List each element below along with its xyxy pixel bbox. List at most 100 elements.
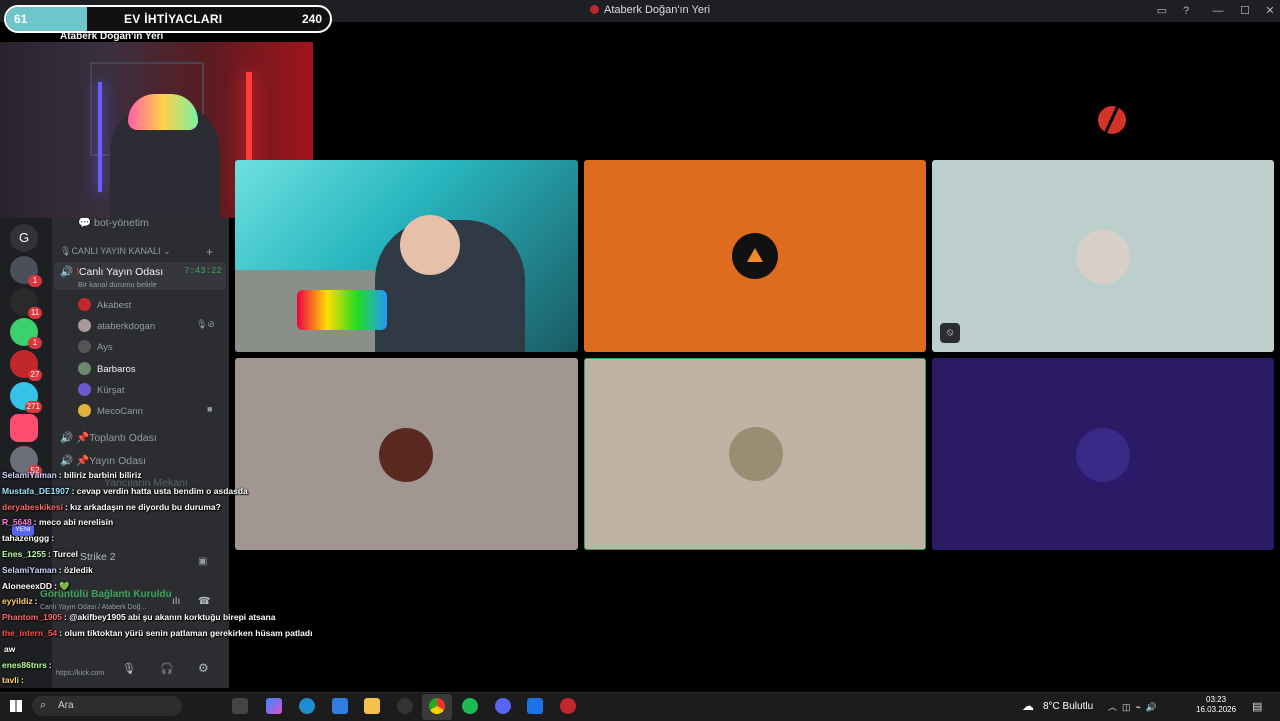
member-mecocann[interactable]: MecoCann — [78, 404, 143, 417]
chrome-icon[interactable] — [429, 698, 445, 714]
chat-text: : — [48, 659, 52, 670]
chat-message: enes86tnrs: — [2, 660, 52, 670]
chat-text: : Turcel — [47, 549, 79, 559]
chat-text: aw — [4, 643, 16, 654]
weather-icon: ☁ — [1022, 699, 1034, 713]
avatar — [78, 383, 91, 396]
avatar — [78, 340, 91, 353]
mail-icon[interactable] — [332, 698, 348, 714]
settings-gear-icon[interactable]: ⚙ — [198, 661, 209, 675]
kick-link[interactable]: https://kick.com — [56, 670, 104, 677]
headphones-icon[interactable]: 🎧 — [160, 662, 174, 675]
discord-icon[interactable] — [495, 698, 511, 714]
chat-text: : biliriz barbini biliriz — [58, 470, 142, 480]
chat-message: tahazenggg: — [2, 533, 54, 543]
app-logo-taskbar-icon[interactable] — [560, 698, 576, 714]
member-barbaros[interactable]: Barbaros — [78, 362, 136, 375]
member-ays[interactable]: Ays — [78, 340, 113, 353]
channel-strike[interactable]: Strike 2 — [80, 551, 116, 563]
disconnect-icon[interactable]: ☎ — [198, 596, 210, 607]
participant-avatar — [1076, 230, 1130, 284]
clock[interactable]: 03:23 16.03.2026 — [1196, 695, 1236, 715]
video-tile-6[interactable] — [932, 358, 1274, 550]
edge-icon[interactable] — [299, 698, 315, 714]
server-icon-4[interactable]: 27 — [10, 350, 42, 381]
chat-username: eyyildiz — [2, 596, 33, 607]
chat-username: enes86tnrs — [2, 659, 47, 670]
chat-username: AloneeexDD — [2, 580, 53, 591]
mic-icon[interactable]: 🎙 — [122, 662, 136, 675]
chat-text: : — [51, 533, 55, 544]
chat-message: Enes_1255: Turcel — [2, 549, 78, 559]
windows-start-icon[interactable] — [10, 700, 22, 712]
server-icon-2[interactable]: 11 — [10, 288, 42, 319]
stream-off-icon[interactable]: ⦸ — [940, 323, 960, 343]
video-tile-2[interactable] — [584, 160, 926, 352]
live-timer: 7:43:22 — [184, 266, 222, 276]
chat-username: R_5648 — [2, 517, 32, 528]
system-tray-icons[interactable]: ︿◫⌁🔊 — [1108, 700, 1162, 713]
video-tile-3[interactable]: ⦸ — [932, 160, 1274, 352]
chat-username: tavli — [2, 675, 20, 686]
chat-message: aw — [2, 644, 15, 654]
goal-current: 61 — [14, 12, 28, 26]
file-explorer-icon[interactable] — [364, 698, 380, 714]
add-channel-icon[interactable]: + — [206, 245, 213, 259]
inbox-icon[interactable]: ▭ — [1154, 3, 1170, 19]
spotify-icon[interactable] — [462, 698, 478, 714]
notifications-icon[interactable]: ▤ — [1252, 700, 1262, 713]
chat-message: SelamiYaman: biliriz barbini biliriz — [2, 470, 141, 480]
server-icon-5[interactable]: 271 — [10, 382, 42, 413]
chat-message: the_intern_54: olum tiktoktan yürü senin… — [2, 628, 312, 638]
notes-icon[interactable] — [527, 698, 543, 714]
minimize-button[interactable]: — — [1210, 3, 1226, 19]
video-tile-5[interactable] — [584, 358, 926, 550]
video-tile-4[interactable] — [235, 358, 578, 550]
copilot-icon[interactable] — [266, 698, 282, 714]
task-view-icon[interactable] — [232, 698, 248, 714]
channel-status-hint[interactable]: Bir kanal durumu belirle — [78, 280, 157, 289]
server-icon-6[interactable] — [10, 414, 38, 442]
chat-username: SelamiYaman — [2, 470, 57, 480]
server-icon-g[interactable]: G — [10, 224, 38, 252]
member-kursat[interactable]: Kürşat — [78, 383, 124, 396]
chat-message: eyyildiz: — [2, 596, 38, 606]
chat-text: : meco abi nerelisin — [33, 517, 114, 528]
webcam-light-blue — [98, 82, 102, 192]
taskbar-search[interactable]: ⌕ Ara — [32, 696, 182, 716]
chat-text: : özledik — [58, 564, 93, 575]
help-icon[interactable]: ? — [1178, 3, 1194, 19]
maximize-button[interactable]: ☐ — [1237, 3, 1253, 19]
noise-suppression-icon[interactable]: ıIı — [172, 596, 180, 607]
weather-text[interactable]: 8°C Bulutlu — [1043, 701, 1093, 712]
goal-target: 240 — [301, 12, 322, 26]
chat-message: Mustafa_DE1907: cevap verdin hatta usta … — [2, 486, 248, 496]
chat-text: : cevap verdin hatta usta bendim o asdas… — [71, 485, 248, 496]
server-icon-3[interactable]: 1 — [10, 318, 42, 349]
screen-share-icon[interactable]: ▣ — [198, 556, 207, 567]
chat-username: tahazenggg — [2, 533, 50, 544]
member-akabest[interactable]: Akabest — [78, 298, 131, 311]
chat-username: Enes_1255 — [2, 549, 46, 559]
xbox-icon[interactable] — [397, 698, 413, 714]
chat-message: tavli: — [2, 675, 24, 685]
connection-detail: Canlı Yayın Odası / Ataberk Doğ... — [40, 604, 147, 611]
avatar — [78, 404, 91, 417]
channel-toplanti[interactable]: 🔊 📌Toplantı Odası — [60, 431, 157, 444]
chat-message: SelamiYaman: özledik — [2, 565, 93, 575]
avatar — [78, 362, 91, 375]
participant-avatar — [729, 427, 783, 481]
category-live[interactable]: 🎙CANLI YAYIN KANALI ⌄ — [60, 246, 171, 257]
chat-text: : — [34, 596, 38, 607]
channel-yayin[interactable]: 🔊 📌Yayın Odası — [60, 454, 146, 467]
chat-username: deryabeskikesi — [2, 501, 63, 512]
chat-text: : — [21, 675, 24, 686]
app-logo-icon — [590, 5, 599, 14]
video-tile-1[interactable] — [235, 160, 578, 352]
member-ataberkdogan[interactable]: ataberkdogan — [78, 319, 155, 332]
goal-title: EV İHTİYACLARI — [124, 12, 223, 26]
close-button[interactable]: ✕ — [1262, 3, 1278, 19]
server-icon-1[interactable]: 1 — [10, 256, 42, 287]
participant-avatar — [379, 428, 433, 482]
chat-text: : kız arkadaşın ne diyordu bu duruma? — [64, 501, 221, 512]
